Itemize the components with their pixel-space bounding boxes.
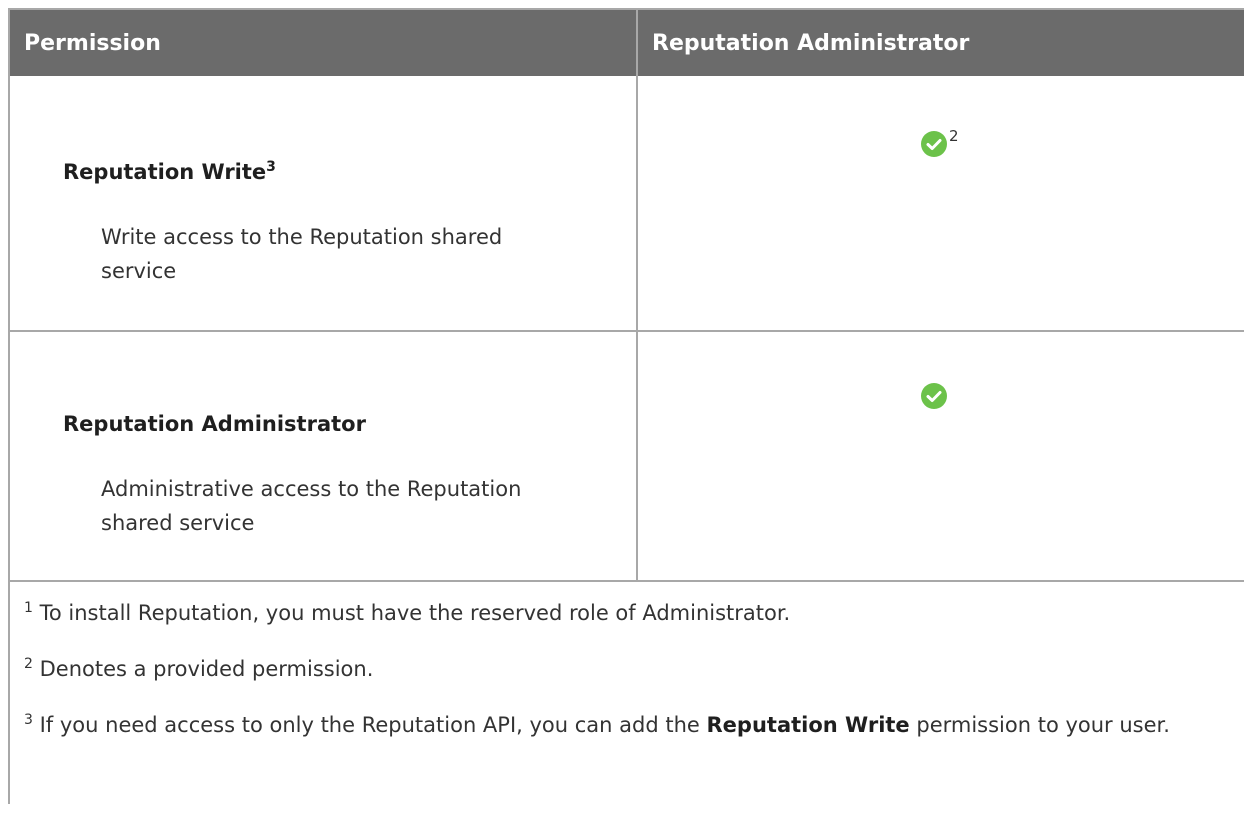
permission-description: Write access to the Reputation shared se… <box>101 225 503 283</box>
footnote-2: 2 Denotes a provided permission. <box>24 652 1244 686</box>
role-cell: 2 <box>638 76 1244 330</box>
footnote-ref: 2 <box>949 127 959 145</box>
permission-title-text: Reputation Administrator <box>63 412 366 436</box>
footnote-number: 2 <box>24 656 33 672</box>
footnote-text: If you need access to only the Reputatio… <box>39 713 707 737</box>
header-role: Reputation Administrator <box>652 30 970 56</box>
table-header: Permission Reputation Administrator <box>10 10 1244 76</box>
permission-cell: Reputation Write3 Write access to the Re… <box>10 76 638 330</box>
footnotes: 1 To install Reputation, you must have t… <box>10 580 1244 804</box>
footnote-text: permission to your user. <box>909 713 1170 737</box>
permission-description: Administrative access to the Reputation … <box>101 477 522 535</box>
footnote-ref: 3 <box>266 159 276 175</box>
role-cell <box>638 332 1244 580</box>
permission-title-text: Reputation Write <box>63 160 267 184</box>
footnote-number: 1 <box>24 600 33 616</box>
footnote-1: 1 To install Reputation, you must have t… <box>24 596 1244 630</box>
footnote-text: Denotes a provided permission. <box>39 657 374 681</box>
permissions-table: Permission Reputation Administrator Repu… <box>8 8 1244 804</box>
footnote-bold-text: Reputation Write <box>706 713 910 737</box>
table-row: Reputation Administrator Administrative … <box>10 330 1244 580</box>
permission-cell: Reputation Administrator Administrative … <box>10 332 638 580</box>
header-permission: Permission <box>10 10 638 76</box>
footnote-text: To install Reputation, you must have the… <box>39 601 791 625</box>
footnote-number: 3 <box>24 712 33 728</box>
permission-title: Reputation Administrator <box>63 412 366 436</box>
permission-title: Reputation Write3 <box>63 160 276 184</box>
check-circle-icon <box>921 131 947 157</box>
table-row: Reputation Write3 Write access to the Re… <box>10 76 1244 330</box>
check-circle-icon <box>921 383 947 409</box>
footnote-3: 3 If you need access to only the Reputat… <box>24 708 1244 742</box>
